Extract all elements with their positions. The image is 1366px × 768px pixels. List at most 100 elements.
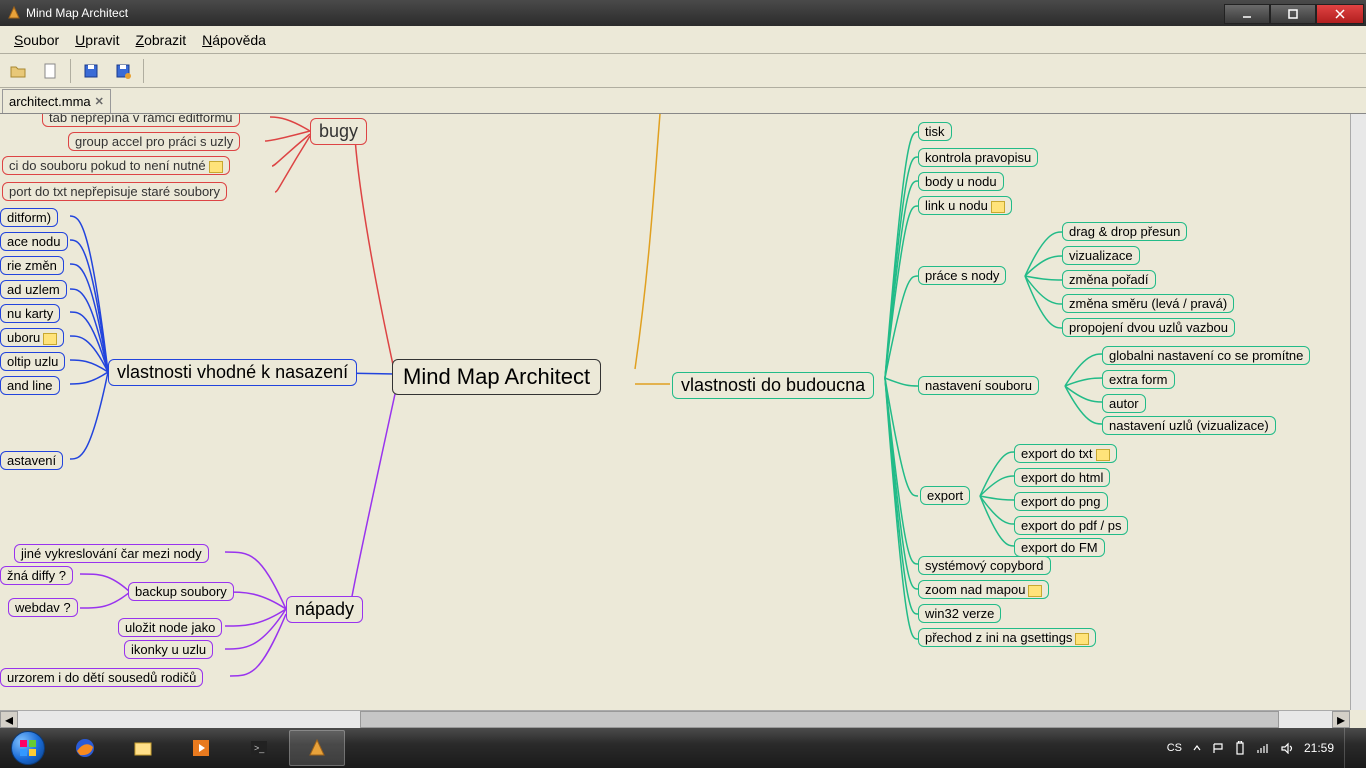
- node-ns4[interactable]: nastavení uzlů (vizualizace): [1102, 416, 1276, 435]
- node-napady[interactable]: nápady: [286, 596, 363, 623]
- tray-flag-icon[interactable]: [1212, 742, 1224, 754]
- scroll-track[interactable]: [18, 711, 1332, 728]
- save-as-button[interactable]: [109, 57, 137, 85]
- taskbar: >_ CS 21:59: [0, 728, 1366, 768]
- menu-upravit[interactable]: Upravit: [67, 30, 127, 50]
- node-ns3[interactable]: autor: [1102, 394, 1146, 413]
- node-b1[interactable]: tisk: [918, 122, 952, 141]
- vertical-scrollbar[interactable]: [1350, 114, 1366, 710]
- node-b5[interactable]: systémový copybord: [918, 556, 1051, 575]
- node-b6[interactable]: zoom nad mapou: [918, 580, 1049, 599]
- node-b8[interactable]: přechod z ini na gsettings: [918, 628, 1096, 647]
- node-bugy-port[interactable]: port do txt nepřepisuje staré soubory: [2, 182, 227, 201]
- node-vhodne[interactable]: vlastnosti vhodné k nasazení: [108, 359, 357, 386]
- close-button[interactable]: [1316, 4, 1364, 24]
- tray-volume-icon[interactable]: [1280, 742, 1294, 754]
- app-icon: [6, 5, 22, 21]
- scroll-thumb[interactable]: [360, 711, 1280, 728]
- node-p3[interactable]: změna pořadí: [1062, 270, 1156, 289]
- node-bugy-tab[interactable]: tab nepřepíná v rámci editformu: [42, 114, 240, 127]
- document-tab[interactable]: architect.mma ✕: [2, 89, 111, 113]
- tray-battery-icon[interactable]: [1234, 741, 1246, 755]
- node-e5[interactable]: export do FM: [1014, 538, 1105, 557]
- minimize-button[interactable]: [1224, 4, 1270, 24]
- new-button[interactable]: [36, 57, 64, 85]
- node-b3[interactable]: body u nodu: [918, 172, 1004, 191]
- window-titlebar: Mind Map Architect: [0, 0, 1366, 26]
- node-budoucna[interactable]: vlastnosti do budoucna: [672, 372, 874, 399]
- node-bugy[interactable]: bugy: [310, 118, 367, 145]
- node-v7[interactable]: oltip uzlu: [0, 352, 65, 371]
- node-b2[interactable]: kontrola pravopisu: [918, 148, 1038, 167]
- node-v4[interactable]: ad uzlem: [0, 280, 67, 299]
- node-bugy-ci[interactable]: ci do souboru pokud to není nutné: [2, 156, 230, 175]
- taskbar-explorer[interactable]: [115, 730, 171, 766]
- tab-close-icon[interactable]: ✕: [95, 95, 104, 108]
- node-center[interactable]: Mind Map Architect: [392, 359, 601, 395]
- node-v9[interactable]: astavení: [0, 451, 63, 470]
- node-v6[interactable]: uboru: [0, 328, 64, 347]
- node-p1[interactable]: drag & drop přesun: [1062, 222, 1187, 241]
- node-v3[interactable]: rie změn: [0, 256, 64, 275]
- canvas-area: Mind Map Architect bugy tab nepřepíná v …: [0, 114, 1366, 728]
- node-e4[interactable]: export do pdf / ps: [1014, 516, 1128, 535]
- node-p5[interactable]: propojení dvou uzlů vazbou: [1062, 318, 1235, 337]
- menu-zobrazit[interactable]: Zobrazit: [128, 30, 195, 50]
- node-p4[interactable]: změna směru (levá / pravá): [1062, 294, 1234, 313]
- node-bugy-group[interactable]: group accel pro práci s uzly: [68, 132, 240, 151]
- toolbar-separator: [143, 59, 144, 83]
- node-n5[interactable]: uložit node jako: [118, 618, 222, 637]
- node-e1[interactable]: export do txt: [1014, 444, 1117, 463]
- start-button[interactable]: [0, 728, 56, 768]
- system-tray: CS 21:59: [1167, 728, 1366, 768]
- toolbar-separator: [70, 59, 71, 83]
- note-icon: [991, 201, 1005, 213]
- open-button[interactable]: [4, 57, 32, 85]
- node-n3[interactable]: webdav ?: [8, 598, 78, 617]
- node-n4[interactable]: backup soubory: [128, 582, 234, 601]
- node-ns1[interactable]: globalni nastavení co se promítne: [1102, 346, 1310, 365]
- node-n7[interactable]: urzorem i do dětí sousedů rodičů: [0, 668, 203, 687]
- taskbar-terminal[interactable]: >_: [231, 730, 287, 766]
- node-v5[interactable]: nu karty: [0, 304, 60, 323]
- maximize-button[interactable]: [1270, 4, 1316, 24]
- node-prace[interactable]: práce s nody: [918, 266, 1006, 285]
- node-v2[interactable]: ace nodu: [0, 232, 68, 251]
- scroll-left-button[interactable]: ◂: [0, 711, 18, 728]
- menu-soubor[interactable]: Soubor: [6, 30, 67, 50]
- menu-napoveda[interactable]: Nápověda: [194, 30, 274, 50]
- tray-chevron-up-icon[interactable]: [1192, 743, 1202, 753]
- note-icon: [209, 161, 223, 173]
- node-v8[interactable]: and line: [0, 376, 60, 395]
- taskbar-media[interactable]: [173, 730, 229, 766]
- note-icon: [1096, 449, 1110, 461]
- svg-text:>_: >_: [254, 743, 265, 753]
- mindmap-canvas[interactable]: Mind Map Architect bugy tab nepřepíná v …: [0, 114, 1366, 708]
- scroll-right-button[interactable]: ▸: [1332, 711, 1350, 728]
- tray-language[interactable]: CS: [1167, 742, 1182, 754]
- tray-clock[interactable]: 21:59: [1304, 741, 1334, 755]
- node-export[interactable]: export: [920, 486, 970, 505]
- tabstrip: architect.mma ✕: [0, 88, 1366, 114]
- node-n6[interactable]: ikonky u uzlu: [124, 640, 213, 659]
- node-nastaveni[interactable]: nastavení souboru: [918, 376, 1039, 395]
- note-icon: [43, 333, 57, 345]
- taskbar-mindmap[interactable]: [289, 730, 345, 766]
- node-n2[interactable]: žná diffy ?: [0, 566, 73, 585]
- node-n1[interactable]: jiné vykreslování čar mezi nody: [14, 544, 209, 563]
- node-e2[interactable]: export do html: [1014, 468, 1110, 487]
- node-ns2[interactable]: extra form: [1102, 370, 1175, 389]
- tray-wifi-icon[interactable]: [1256, 742, 1270, 754]
- horizontal-scrollbar[interactable]: ◂ ▸: [0, 710, 1350, 728]
- taskbar-firefox[interactable]: [57, 730, 113, 766]
- tab-label: architect.mma: [9, 94, 91, 109]
- toolbar: [0, 54, 1366, 88]
- node-b4[interactable]: link u nodu: [918, 196, 1012, 215]
- node-p2[interactable]: vizualizace: [1062, 246, 1140, 265]
- note-icon: [1028, 585, 1042, 597]
- show-desktop-button[interactable]: [1344, 728, 1358, 768]
- node-b7[interactable]: win32 verze: [918, 604, 1001, 623]
- node-v1[interactable]: ditform): [0, 208, 58, 227]
- save-button[interactable]: [77, 57, 105, 85]
- node-e3[interactable]: export do png: [1014, 492, 1108, 511]
